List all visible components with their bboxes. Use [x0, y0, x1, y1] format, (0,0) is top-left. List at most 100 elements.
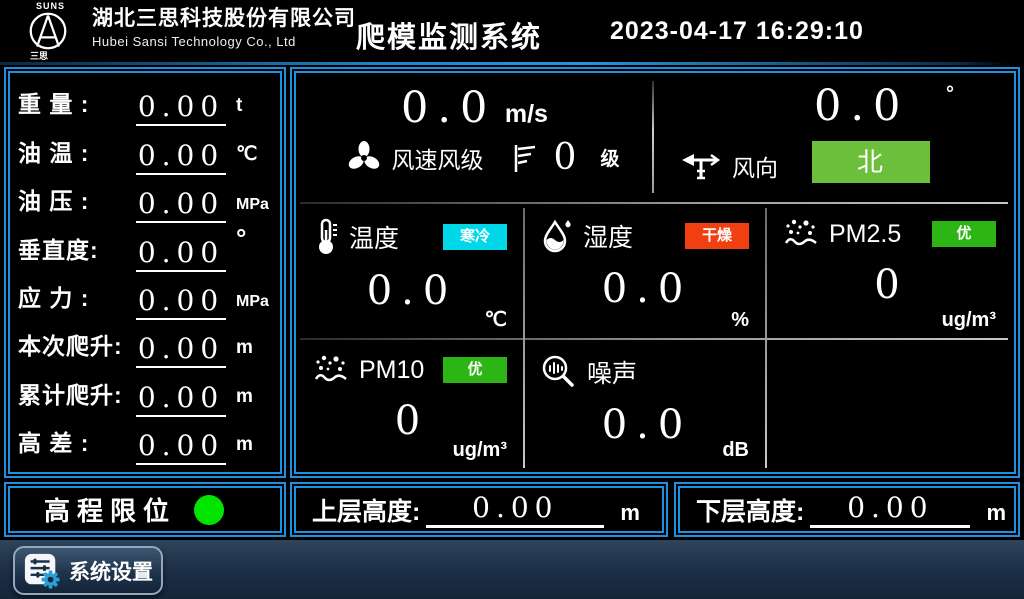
fan-icon — [346, 140, 382, 176]
wind-speed-cell: 0.0 m/s 风速风级 0 级 — [297, 73, 652, 202]
wind-speed-readout: 0.0 m/s — [297, 83, 652, 133]
metric-unit: m — [236, 434, 272, 465]
sensor-unit: % — [731, 309, 749, 332]
wind-speed-label: 风速风级 — [392, 141, 484, 175]
sensor-value: 0.0 — [313, 268, 511, 314]
metric-label: 应 力 : — [18, 279, 136, 320]
wind-level-unit: 级 — [600, 144, 619, 171]
metric-value: 0.00 — [136, 187, 226, 223]
sensor-label: 湿度 — [583, 218, 633, 254]
wind-level-value: 0 — [554, 137, 577, 178]
metric-row-stress: 应 力 : 0.00 MPa — [18, 272, 272, 320]
logo-icon — [28, 11, 68, 51]
sensor-cell-pm10: PM10 优 0 ug/m³ — [297, 340, 523, 468]
app-root: SUNS 三思 湖北三思科技股份有限公司 Hubei Sansi Technol… — [0, 0, 1024, 599]
noise-icon — [541, 354, 577, 390]
metrics-panel: 重 量 : 0.00 t 油 温 : 0.00 ℃ 油 压 : 0.00 MPa… — [4, 67, 286, 478]
bottom-bar: 系统设置 — [0, 540, 1024, 599]
empty-cell — [767, 340, 1012, 468]
wind-vane-icon — [680, 151, 722, 181]
wind-direction-label: 风向 — [732, 149, 778, 183]
sensor-label: PM10 — [359, 356, 424, 385]
sensor-cell-pm25: PM2.5 优 0 ug/m³ — [767, 204, 1012, 338]
upper-height-label: 上层高度: — [312, 492, 420, 528]
metric-value: 0.00 — [136, 429, 226, 465]
datetime-display: 2023-04-17 16:29:10 — [610, 17, 864, 46]
upper-height-panel: 上层高度: 0.00 m — [290, 482, 668, 537]
lower-height-unit: m — [986, 494, 1006, 526]
metric-row-oil-temp: 油 温 : 0.00 ℃ — [18, 126, 272, 174]
company-name-cn: 湖北三思科技股份有限公司 — [92, 6, 356, 31]
upper-height-value: 0.00 — [426, 491, 604, 528]
environment-panel: 0.0 m/s 风速风级 0 级 — [290, 67, 1020, 478]
metric-value: 0.00 — [136, 139, 226, 175]
metric-label: 油 温 : — [18, 134, 136, 175]
metric-unit: m — [236, 386, 272, 417]
upper-height-unit: m — [620, 494, 640, 526]
sensor-cell-humidity: 湿度 干燥 0.0 % — [525, 204, 765, 338]
thermometer-icon — [313, 218, 339, 256]
metric-row-current-climb: 本次爬升: 0.00 m — [18, 320, 272, 368]
header-underline — [0, 62, 1008, 65]
sensor-value: 0 — [783, 262, 1000, 308]
page-title: 爬模监测系统 — [356, 14, 542, 56]
metric-row-oil-pressure: 油 压 : 0.00 MPa — [18, 175, 272, 223]
metric-label: 本次爬升: — [18, 327, 136, 368]
company-name: 湖北三思科技股份有限公司 Hubei Sansi Technology Co.,… — [92, 6, 356, 49]
metric-label: 累计爬升: — [18, 376, 136, 417]
header: SUNS 三思 湖北三思科技股份有限公司 Hubei Sansi Technol… — [0, 0, 1024, 62]
lower-height-panel: 下层高度: 0.00 m — [674, 482, 1020, 537]
metric-unit: ° — [236, 223, 272, 272]
settings-button-label: 系统设置 — [69, 556, 153, 586]
status-badge: 寒冷 — [443, 224, 507, 250]
elevation-limit-label: 高程限位 — [44, 491, 176, 528]
metric-unit: m — [236, 337, 272, 368]
lower-height-label: 下层高度: — [696, 492, 804, 528]
sensor-value: 0 — [313, 398, 511, 444]
lower-height-value: 0.00 — [810, 491, 970, 528]
status-badge: 优 — [932, 221, 996, 247]
metric-value: 0.00 — [136, 284, 226, 320]
sensor-value: 0.0 — [541, 402, 753, 448]
status-badge: 优 — [443, 357, 507, 383]
sensor-unit: ℃ — [485, 307, 507, 332]
wind-speed-value: 0.0 — [401, 83, 496, 133]
metric-unit: MPa — [236, 293, 272, 320]
elevation-limit-indicator — [194, 495, 224, 525]
metric-label: 重 量 : — [18, 85, 136, 126]
sensor-cell-temperature: 温度 寒冷 0.0 ℃ — [297, 204, 523, 338]
sensor-unit: ug/m³ — [453, 439, 507, 462]
logo-top-text: SUNS — [24, 1, 88, 11]
settings-icon — [23, 552, 61, 590]
metric-unit: ℃ — [236, 143, 272, 175]
droplet-icon — [541, 218, 573, 254]
metric-row-verticality: 垂直度: 0.00 ° — [18, 223, 272, 272]
metric-row-weight: 重 量 : 0.00 t — [18, 78, 272, 126]
wind-speed-unit: m/s — [505, 100, 548, 128]
metric-unit: t — [236, 95, 272, 126]
metric-label: 高 差 : — [18, 424, 136, 465]
sensor-unit: ug/m³ — [942, 309, 996, 332]
status-badge: 干燥 — [685, 223, 749, 249]
metric-label: 垂直度: — [18, 231, 136, 272]
wind-level-icon — [510, 142, 538, 174]
metric-row-total-climb: 累计爬升: 0.00 m — [18, 368, 272, 416]
wind-direction-unit: ° — [946, 83, 954, 106]
company-name-en: Hubei Sansi Technology Co., Ltd — [92, 34, 356, 49]
wind-direction-cell: 0.0 ° 风向 北 — [654, 73, 1012, 202]
sensor-cell-noise: 噪声 0.0 dB — [525, 340, 765, 468]
settings-button[interactable]: 系统设置 — [13, 546, 163, 595]
metric-unit: MPa — [236, 196, 272, 223]
elevation-limit-panel: 高程限位 — [4, 482, 286, 537]
wind-direction-display[interactable]: 北 — [812, 141, 930, 183]
dust-icon — [313, 354, 349, 386]
wind-level-readout: 风速风级 0 级 — [297, 137, 652, 178]
metric-row-height-diff: 高 差 : 0.00 m — [18, 417, 272, 465]
metric-value: 0.00 — [136, 236, 226, 272]
metric-value: 0.00 — [136, 381, 226, 417]
company-logo: SUNS 三思 — [24, 1, 88, 61]
metric-label: 油 压 : — [18, 182, 136, 223]
wind-direction-labelrow: 风向 — [680, 149, 778, 183]
sensor-label: 温度 — [349, 219, 399, 255]
dust-icon — [783, 218, 819, 250]
